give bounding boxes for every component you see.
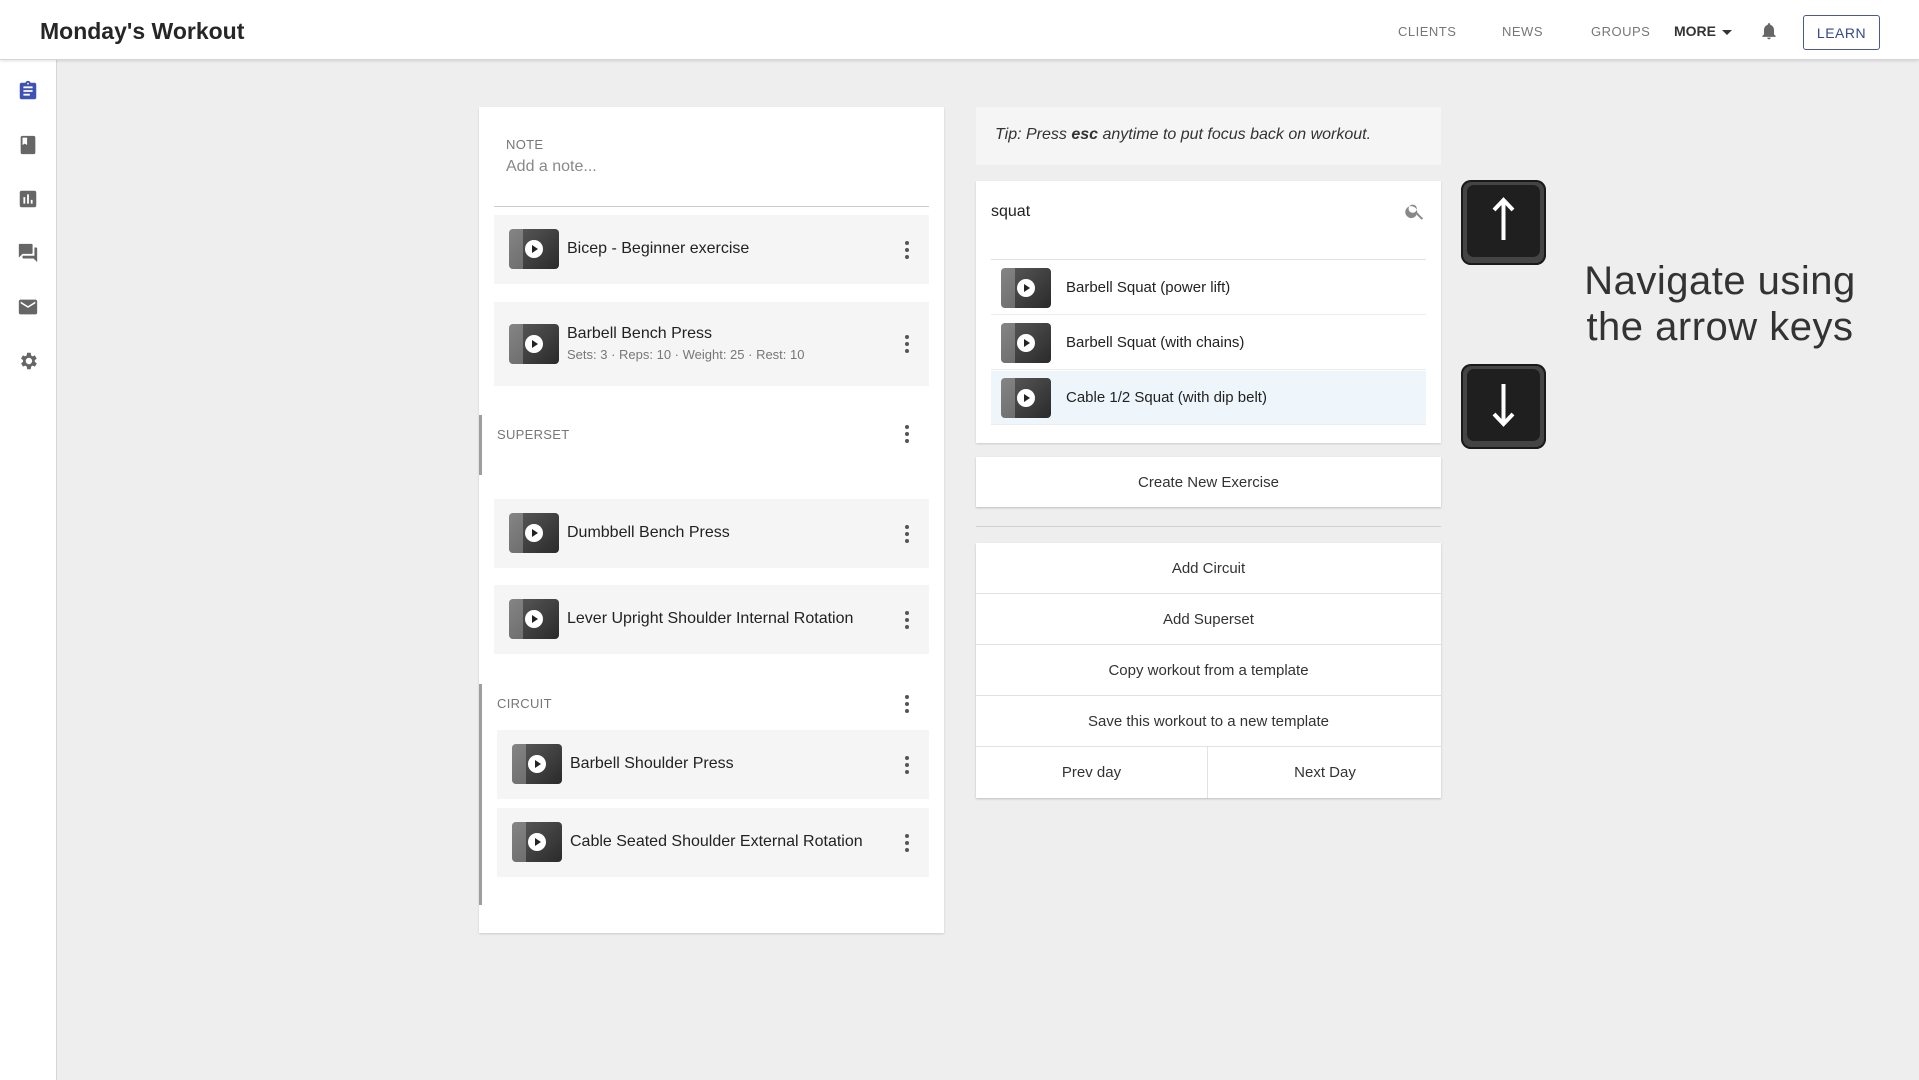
superset-label: SUPERSET	[497, 427, 570, 442]
tip-suffix: anytime to put focus back on workout.	[1098, 126, 1372, 143]
nav-news[interactable]: NEWS	[1502, 24, 1543, 39]
exercise-thumbnail	[512, 744, 562, 784]
copy-template-button[interactable]: Copy workout from a template	[976, 645, 1441, 696]
arrow-down-key	[1461, 364, 1546, 449]
arrow-up-key	[1461, 180, 1546, 265]
top-bar: Monday's Workout CLIENTS NEWS GROUPS MOR…	[0, 0, 1919, 60]
superset-more-vert-icon[interactable]	[897, 422, 917, 446]
exercise-card[interactable]: Bicep - Beginner exercise	[494, 215, 929, 284]
exercise-thumbnail	[512, 822, 562, 862]
circuit-label: CIRCUIT	[497, 696, 552, 711]
more-vert-icon[interactable]	[897, 238, 917, 262]
result-name: Barbell Squat (with chains)	[1066, 334, 1245, 351]
search-input[interactable]	[991, 199, 1371, 225]
navigation-hint: Navigate using the arrow keys	[1540, 258, 1900, 350]
circuit-more-vert-icon[interactable]	[897, 692, 917, 716]
divider	[991, 259, 1426, 260]
exercise-card[interactable]: Barbell Bench Press Sets: 3 · Reps: 10 ·…	[494, 302, 929, 386]
save-template-button[interactable]: Save this workout to a new template	[976, 696, 1441, 747]
play-icon	[525, 610, 543, 628]
note-label: NOTE	[506, 137, 544, 152]
next-day-button[interactable]: Next Day	[1209, 747, 1441, 798]
nav-clients[interactable]: CLIENTS	[1398, 24, 1456, 39]
result-name: Barbell Squat (power lift)	[1066, 279, 1231, 296]
exercise-name: Bicep - Beginner exercise	[567, 240, 750, 257]
exercise-card[interactable]: Barbell Shoulder Press	[497, 730, 929, 799]
learn-button[interactable]: LEARN	[1803, 15, 1880, 50]
exercise-search: Barbell Squat (power lift) Barbell Squat…	[976, 181, 1441, 443]
hint-line-2: the arrow keys	[1586, 305, 1854, 349]
exercise-name: Barbell Bench Press	[567, 325, 712, 342]
exercise-thumbnail	[509, 324, 559, 364]
caret-down-icon	[1722, 29, 1732, 35]
create-exercise-button[interactable]: Create New Exercise	[976, 457, 1441, 507]
clipboard-icon[interactable]	[17, 80, 39, 102]
exercise-thumbnail	[509, 229, 559, 269]
page-title: Monday's Workout	[40, 18, 245, 44]
exercise-name: Cable Seated Shoulder External Rotation	[570, 833, 863, 850]
play-icon	[1017, 279, 1035, 297]
add-circuit-button[interactable]: Add Circuit	[976, 543, 1441, 594]
add-superset-button[interactable]: Add Superset	[976, 594, 1441, 645]
prev-day-button[interactable]: Prev day	[976, 747, 1208, 798]
exercise-thumbnail	[1001, 268, 1051, 308]
arrow-up-icon	[1492, 197, 1515, 240]
exercise-card[interactable]: Dumbbell Bench Press	[494, 499, 929, 568]
sidebar	[0, 60, 57, 1080]
play-icon	[525, 335, 543, 353]
superset-group-bar	[479, 415, 482, 475]
exercise-card[interactable]: Cable Seated Shoulder External Rotation	[497, 808, 929, 877]
divider	[976, 526, 1441, 527]
circuit-group-bar	[479, 684, 482, 905]
tip-prefix: Tip: Press	[995, 126, 1072, 143]
tip-key: esc	[1071, 126, 1099, 143]
play-icon	[1017, 389, 1035, 407]
exercise-name: Lever Upright Shoulder Internal Rotation	[567, 610, 854, 627]
bar-chart-icon[interactable]	[17, 188, 39, 210]
search-result[interactable]: Barbell Squat (with chains)	[991, 316, 1426, 370]
note-input[interactable]	[506, 155, 906, 179]
workout-panel: NOTE Bicep - Beginner exercise Barbell B…	[479, 107, 944, 933]
tip-banner: Tip: Press esc anytime to put focus back…	[976, 107, 1441, 165]
play-icon	[525, 240, 543, 258]
more-vert-icon[interactable]	[897, 608, 917, 632]
exercise-name: Barbell Shoulder Press	[570, 755, 734, 772]
mail-icon[interactable]	[17, 296, 39, 318]
exercise-card[interactable]: Lever Upright Shoulder Internal Rotation	[494, 585, 929, 654]
search-result-highlighted[interactable]: Cable 1/2 Squat (with dip belt)	[991, 371, 1426, 425]
exercise-thumbnail	[509, 513, 559, 553]
nav-groups[interactable]: GROUPS	[1591, 24, 1650, 39]
book-icon[interactable]	[17, 134, 39, 156]
play-icon	[528, 833, 546, 851]
play-icon	[1017, 334, 1035, 352]
exercise-thumbnail	[509, 599, 559, 639]
more-vert-icon[interactable]	[897, 522, 917, 546]
search-result[interactable]: Barbell Squat (power lift)	[991, 261, 1426, 315]
more-menu[interactable]: MORE	[1674, 23, 1732, 39]
exercise-thumbnail	[1001, 378, 1051, 418]
exercise-thumbnail	[1001, 323, 1051, 363]
result-name: Cable 1/2 Squat (with dip belt)	[1066, 389, 1267, 406]
exercise-details: Sets: 3 · Reps: 10 · Weight: 25 · Rest: …	[567, 347, 805, 362]
play-icon	[528, 755, 546, 773]
chat-icon[interactable]	[17, 242, 39, 264]
note-section: NOTE	[494, 107, 929, 207]
workout-actions: Add Circuit Add Superset Copy workout fr…	[976, 543, 1441, 798]
search-icon[interactable]	[1404, 200, 1426, 222]
gear-icon[interactable]	[17, 350, 39, 372]
bell-icon[interactable]	[1759, 20, 1779, 42]
play-icon	[525, 524, 543, 542]
more-label: MORE	[1674, 23, 1716, 39]
hint-line-1: Navigate using	[1584, 259, 1856, 303]
exercise-name: Dumbbell Bench Press	[567, 524, 730, 541]
more-vert-icon[interactable]	[897, 831, 917, 855]
arrow-down-icon	[1492, 384, 1515, 427]
more-vert-icon[interactable]	[897, 753, 917, 777]
more-vert-icon[interactable]	[897, 332, 917, 356]
